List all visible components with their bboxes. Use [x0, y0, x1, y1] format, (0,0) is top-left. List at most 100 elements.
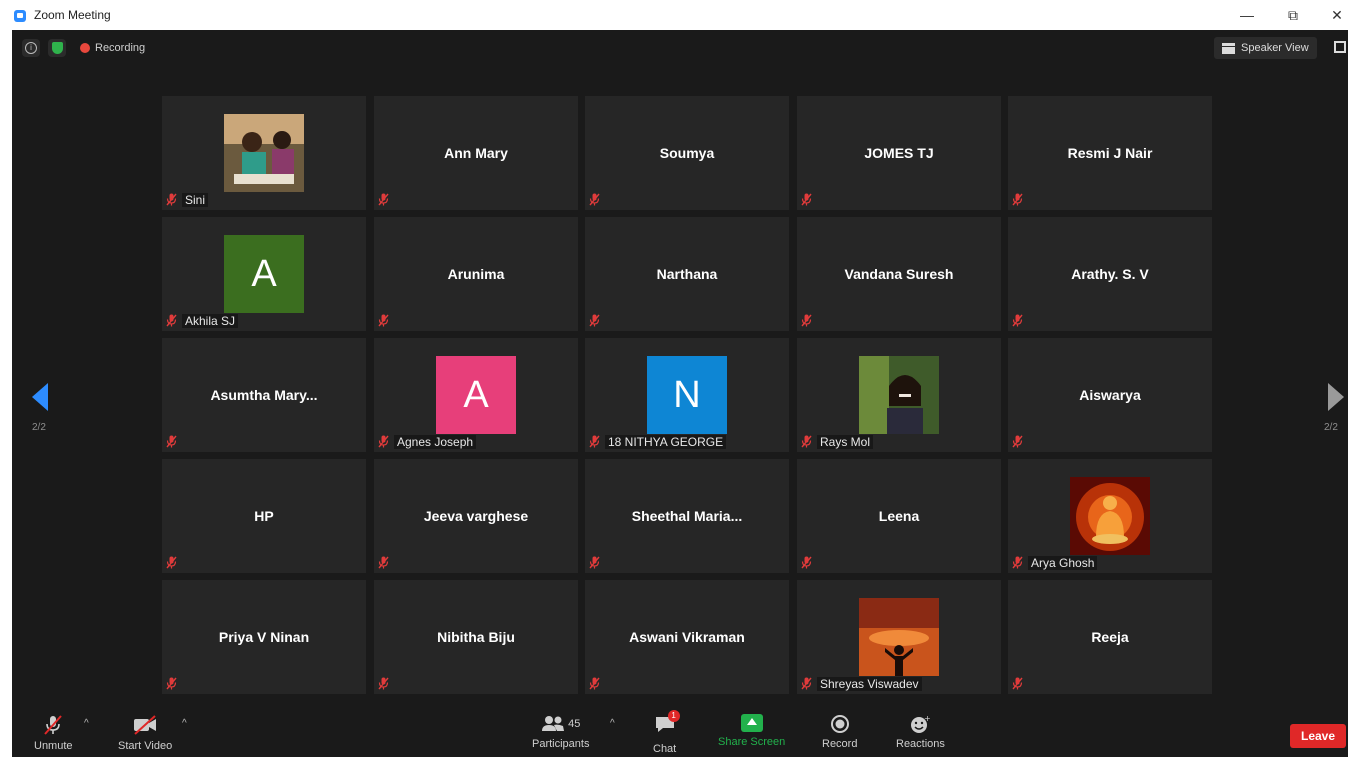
participant-tile[interactable]: Leena: [797, 459, 1001, 573]
muted-mic-icon: [801, 193, 812, 206]
muted-mic-icon: [801, 314, 812, 327]
participant-name: Aiswarya: [1079, 387, 1141, 403]
speaker-view-button[interactable]: Speaker View: [1214, 37, 1317, 59]
participant-tile[interactable]: Arya Ghosh: [1008, 459, 1212, 573]
record-button[interactable]: Record: [822, 714, 857, 750]
participant-tile[interactable]: Rays Mol: [797, 338, 1001, 452]
avatar: A: [436, 356, 516, 434]
muted-mic-icon: [166, 435, 177, 448]
share-screen-icon: [740, 714, 763, 732]
reactions-button[interactable]: + Reactions: [896, 714, 945, 750]
portrait-icon: [859, 356, 939, 434]
avatar: A: [224, 235, 304, 313]
muted-mic-icon: [589, 435, 600, 448]
avatar: N: [647, 356, 727, 434]
participant-name: Leena: [878, 508, 920, 524]
sunset-icon: [859, 598, 939, 676]
previous-page-arrow-icon[interactable]: [32, 383, 48, 411]
participant-tile[interactable]: Resmi J Nair: [1008, 96, 1212, 210]
meeting-info-button[interactable]: i: [22, 39, 40, 57]
participant-tile[interactable]: Arathy. S. V: [1008, 217, 1212, 331]
participant-tile[interactable]: Ann Mary: [374, 96, 578, 210]
participant-tile[interactable]: JOMES TJ: [797, 96, 1001, 210]
participant-tile[interactable]: Asumtha Mary...: [162, 338, 366, 452]
next-page-arrow-icon[interactable]: [1328, 383, 1344, 411]
participant-name-label: Arya Ghosh: [1028, 556, 1098, 570]
buddha-icon: [1070, 477, 1150, 555]
restore-button[interactable]: ⧉: [1278, 4, 1308, 26]
participant-name-label: Shreyas Viswadev: [817, 677, 922, 691]
chat-button[interactable]: 1 Chat: [653, 710, 680, 755]
participant-name: HP: [254, 508, 274, 524]
audio-options-chevron-icon[interactable]: ^: [84, 718, 89, 729]
recording-indicator[interactable]: Recording: [80, 42, 145, 54]
participant-tile[interactable]: Reeja: [1008, 580, 1212, 694]
unmute-button[interactable]: Unmute: [34, 714, 73, 752]
participant-name: Arathy. S. V: [1071, 266, 1149, 282]
leave-button[interactable]: Leave: [1290, 724, 1346, 748]
speaker-view-label: Speaker View: [1241, 42, 1309, 54]
muted-mic-icon: [378, 314, 389, 327]
participant-tile[interactable]: Aswani Vikraman: [585, 580, 789, 694]
muted-mic-icon: [378, 435, 389, 448]
participants-chevron-icon[interactable]: ^: [610, 718, 615, 729]
minimize-button[interactable]: —: [1232, 4, 1262, 26]
muted-mic-icon: [1012, 435, 1023, 448]
record-label: Record: [822, 738, 858, 750]
video-options-chevron-icon[interactable]: ^: [182, 718, 187, 729]
share-screen-button[interactable]: Share Screen: [718, 714, 785, 748]
participants-button[interactable]: 45 Participants: [532, 714, 589, 750]
speaker-view-icon: [1222, 42, 1235, 54]
muted-mic-icon: [1012, 556, 1023, 569]
chat-label: Chat: [653, 743, 677, 755]
participant-name: Narthana: [656, 266, 718, 282]
participant-tile[interactable]: Aiswarya: [1008, 338, 1212, 452]
participant-name: Asumtha Mary...: [210, 387, 318, 403]
participant-name: Sheethal Maria...: [631, 508, 743, 524]
muted-mic-icon: [1012, 677, 1023, 690]
muted-mic-icon: [589, 677, 600, 690]
people-icon: [224, 114, 304, 192]
participant-tile[interactable]: A Akhila SJ: [162, 217, 366, 331]
participant-name: Aswani Vikraman: [629, 629, 745, 645]
participant-name: JOMES TJ: [864, 145, 934, 161]
page-indicator-left: 2/2: [32, 422, 46, 433]
title-bar: Zoom Meeting — ⧉ ✕: [0, 0, 1358, 30]
muted-mic-icon: [378, 556, 389, 569]
meeting-toolbar: Unmute ^ Start Video ^ 45 Participants ^…: [12, 708, 1348, 757]
chat-unread-badge: 1: [667, 710, 680, 722]
participant-tile[interactable]: Soumya: [585, 96, 789, 210]
participant-tile[interactable]: Nibitha Biju: [374, 580, 578, 694]
participant-name: Vandana Suresh: [844, 266, 954, 282]
close-button[interactable]: ✕: [1322, 4, 1352, 26]
recording-label: Recording: [95, 42, 146, 54]
participant-tile[interactable]: N 18 NITHYA GEORGE: [585, 338, 789, 452]
participant-tile[interactable]: Narthana: [585, 217, 789, 331]
security-button[interactable]: [48, 39, 66, 57]
participant-tile[interactable]: Sheethal Maria...: [585, 459, 789, 573]
unmute-label: Unmute: [34, 740, 73, 752]
participant-tile[interactable]: Priya V Ninan: [162, 580, 366, 694]
start-video-button[interactable]: Start Video: [118, 714, 172, 752]
participant-name: Ann Mary: [444, 145, 508, 161]
muted-mic-icon: [44, 715, 63, 735]
participant-tile[interactable]: A Agnes Joseph: [374, 338, 578, 452]
fullscreen-icon[interactable]: [1334, 41, 1346, 53]
video-off-icon: [134, 715, 157, 735]
participant-tile[interactable]: Jeeva varghese: [374, 459, 578, 573]
participant-name: Nibitha Biju: [437, 629, 515, 645]
muted-mic-icon: [166, 314, 177, 327]
meeting-status-bar: i Recording: [22, 39, 145, 57]
participant-name-label: 18 NITHYA GEORGE: [605, 435, 727, 449]
participant-tile[interactable]: Vandana Suresh: [797, 217, 1001, 331]
info-icon: i: [25, 42, 37, 54]
muted-mic-icon: [378, 193, 389, 206]
muted-mic-icon: [589, 314, 600, 327]
muted-mic-icon: [166, 556, 177, 569]
reactions-icon: +: [911, 714, 931, 733]
muted-mic-icon: [801, 435, 812, 448]
participant-tile[interactable]: Shreyas Viswadev: [797, 580, 1001, 694]
participant-tile[interactable]: Sini: [162, 96, 366, 210]
participant-tile[interactable]: Arunima: [374, 217, 578, 331]
participant-tile[interactable]: HP: [162, 459, 366, 573]
